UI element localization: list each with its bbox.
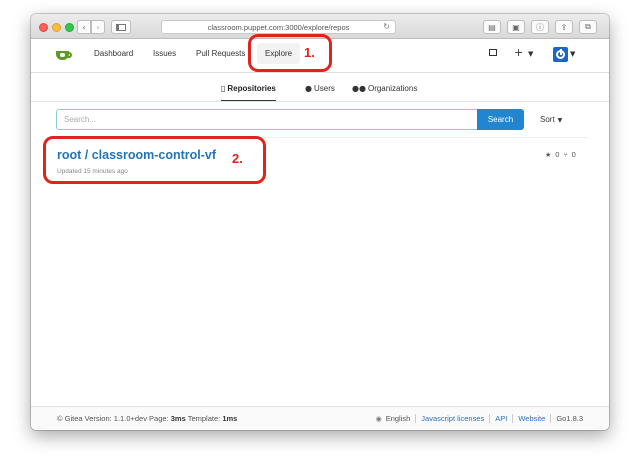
gitea-logo-icon[interactable] — [56, 48, 72, 62]
pip-icon: ▣ — [512, 22, 520, 32]
annotation-label-2: 2. — [232, 151, 243, 166]
nav-issues[interactable]: Issues — [153, 49, 176, 58]
javascript-licenses-link[interactable]: Javascript licenses — [421, 414, 484, 423]
nav-dashboard[interactable]: Dashboard — [94, 49, 133, 58]
template-time: 1ms — [222, 414, 238, 423]
avatar[interactable] — [553, 47, 568, 62]
close-window-button[interactable] — [39, 23, 48, 32]
address-text: classroom.puppet.com:3000/explore/repos — [207, 22, 350, 32]
sidebar-icon — [116, 23, 126, 31]
extension-icon: ⓘ — [536, 22, 544, 32]
browser-window: ‹ › classroom.puppet.com:3000/explore/re… — [31, 14, 609, 430]
search-button[interactable]: Search — [477, 109, 524, 130]
organization-icon: ●● — [352, 84, 366, 93]
tab-organizations-label: Organizations — [367, 84, 418, 93]
sort-label: Sort — [540, 115, 555, 124]
reader-icon: ▤ — [488, 22, 496, 32]
forward-button[interactable]: › — [91, 20, 105, 34]
repo-icon: ▯ — [221, 84, 226, 93]
chevron-down-icon[interactable]: ▼ — [570, 50, 575, 58]
version-text: © Gitea Version: 1.1.0+dev Page: — [57, 414, 171, 423]
picture-in-picture-button[interactable]: ▣ — [507, 20, 525, 34]
fork-icon: ⑂ — [563, 150, 568, 159]
caret-down-icon: ▼ — [557, 117, 563, 124]
tab-users-label: Users — [313, 84, 335, 93]
tabs-icon: ⧉ — [585, 22, 591, 31]
inbox-icon[interactable] — [489, 49, 497, 59]
tab-repositories[interactable]: ▯ Repositories — [221, 84, 276, 102]
sort-dropdown[interactable]: Sort ▼ — [540, 115, 562, 124]
template-text: Template: — [185, 414, 223, 423]
share-button[interactable]: ⇪ — [555, 20, 573, 34]
share-icon: ⇪ — [560, 22, 568, 32]
page-time: 3ms — [170, 414, 186, 423]
chevron-right-icon: › — [96, 22, 100, 32]
chevron-down-icon[interactable]: ▼ — [528, 50, 533, 58]
address-bar[interactable]: classroom.puppet.com:3000/explore/repos … — [161, 20, 396, 34]
chevron-left-icon: ‹ — [82, 22, 86, 32]
website-link[interactable]: Website — [518, 414, 545, 423]
user-icon: ● — [305, 84, 312, 93]
fork-count: 0 — [571, 150, 576, 159]
tab-organizations[interactable]: ●● Organizations — [352, 84, 417, 93]
zoom-window-button[interactable] — [65, 23, 74, 32]
star-count: 0 — [555, 150, 560, 159]
create-new-icon[interactable]: + — [514, 46, 523, 59]
explore-tabs: ▯ Repositories ● Users ●● Organizations — [31, 74, 609, 104]
globe-icon: ◉ — [375, 414, 382, 423]
annotation-box-1 — [248, 34, 332, 72]
back-button[interactable]: ‹ — [77, 20, 91, 34]
reader-button[interactable]: ▤ — [483, 20, 501, 34]
annotation-label-1: 1. — [304, 45, 315, 60]
tabs-divider — [31, 101, 609, 102]
footer-links: ◉ English Javascript licenses API Websit… — [376, 414, 583, 423]
api-link[interactable]: API — [495, 414, 507, 423]
go-version: Go1.8.3 — [556, 414, 583, 423]
reload-icon[interactable]: ↻ — [383, 22, 390, 31]
minimize-window-button[interactable] — [52, 23, 61, 32]
tab-repositories-label: Repositories — [227, 84, 276, 93]
sidebar-toggle-button[interactable] — [111, 20, 131, 34]
search-input[interactable] — [56, 109, 478, 130]
tabs-overview-button[interactable]: ⧉ — [579, 20, 597, 34]
repo-stats: ★ 0 ⑂ 0 — [545, 150, 576, 159]
footer-version: © Gitea Version: 1.1.0+dev Page: 3ms Tem… — [57, 414, 237, 423]
extension-button[interactable]: ⓘ — [531, 20, 549, 34]
star-icon: ★ — [545, 150, 552, 159]
page-footer: © Gitea Version: 1.1.0+dev Page: 3ms Tem… — [31, 406, 609, 430]
language-selector[interactable]: English — [386, 414, 411, 423]
nav-pull-requests[interactable]: Pull Requests — [196, 49, 245, 58]
tab-users[interactable]: ● Users — [305, 84, 335, 93]
